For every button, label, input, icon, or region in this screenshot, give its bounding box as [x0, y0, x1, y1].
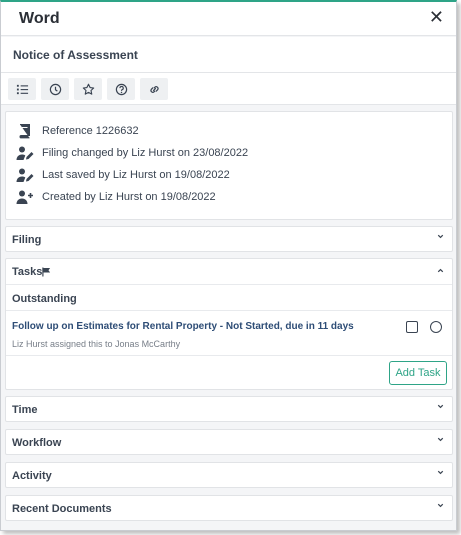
created-row: Created by Liz Hurst on 19/08/2022	[16, 188, 216, 206]
outstanding-label: Outstanding	[12, 293, 77, 305]
favourite-button[interactable]	[74, 78, 102, 100]
section-activity[interactable]: Activity	[5, 462, 453, 488]
user-edit-icon	[16, 168, 34, 182]
section-workflow-label: Workflow	[12, 437, 62, 449]
reference-row: Reference 1226632	[16, 122, 139, 140]
outstanding-header: Outstanding	[6, 286, 452, 311]
section-time[interactable]: Time	[5, 396, 453, 422]
user-edit-icon	[16, 146, 34, 160]
chevron-down-icon	[437, 404, 444, 409]
link-icon	[149, 85, 159, 93]
user-plus-icon	[16, 190, 33, 204]
document-title: Notice of Assessment	[13, 48, 138, 62]
title-bar: Word ✕	[1, 2, 456, 36]
close-icon[interactable]: ✕	[429, 7, 444, 27]
add-task-button[interactable]: Add Task	[389, 361, 447, 385]
list-icon	[16, 84, 28, 94]
last-saved-text: Last saved by Liz Hurst on 19/08/2022	[42, 169, 230, 181]
section-filing[interactable]: Filing	[5, 226, 453, 252]
flag-icon	[42, 267, 51, 277]
task-title-link[interactable]: Follow up on Estimates for Rental Proper…	[12, 321, 354, 332]
section-workflow[interactable]: Workflow	[5, 429, 453, 455]
document-panel: Word ✕ Notice of Assessment Reference 12…	[0, 0, 457, 531]
list-button[interactable]	[8, 78, 36, 100]
section-tasks[interactable]: Tasks	[6, 259, 452, 285]
book-icon	[19, 124, 30, 139]
window-title: Word	[19, 10, 60, 27]
last-saved-row: Last saved by Liz Hurst on 19/08/2022	[16, 166, 230, 184]
history-button[interactable]	[41, 78, 69, 100]
reference-text: Reference 1226632	[42, 125, 139, 137]
section-recent-documents[interactable]: Recent Documents	[5, 495, 453, 521]
task-item: Follow up on Estimates for Rental Proper…	[6, 312, 452, 356]
star-icon	[82, 83, 94, 95]
chevron-down-icon	[437, 437, 444, 442]
toolbar	[1, 73, 456, 105]
chevron-down-icon	[437, 470, 444, 475]
tasks-panel: Tasks Outstanding Follow up on Estimates…	[5, 258, 453, 390]
task-complete-checkbox[interactable]	[406, 321, 418, 333]
filing-changed-row: Filing changed by Liz Hurst on 23/08/202…	[16, 144, 248, 162]
task-assignment: Liz Hurst assigned this to Jonas McCarth…	[12, 339, 181, 349]
section-time-label: Time	[12, 404, 38, 416]
document-header: Notice of Assessment	[1, 37, 456, 73]
task-status-radio[interactable]	[430, 321, 442, 333]
section-filing-label: Filing	[12, 234, 42, 246]
chevron-down-icon	[437, 503, 444, 508]
section-recent-documents-label: Recent Documents	[12, 503, 112, 515]
section-activity-label: Activity	[12, 470, 52, 482]
created-text: Created by Liz Hurst on 19/08/2022	[42, 191, 216, 203]
chevron-down-icon	[437, 234, 444, 239]
clock-icon	[49, 83, 61, 95]
help-button[interactable]	[107, 78, 135, 100]
chevron-up-icon	[437, 268, 444, 273]
document-info-card: Reference 1226632 Filing changed by Liz …	[5, 111, 453, 220]
section-tasks-label: Tasks	[12, 266, 43, 278]
help-icon	[115, 83, 127, 95]
filing-changed-text: Filing changed by Liz Hurst on 23/08/202…	[42, 147, 249, 159]
link-button[interactable]	[140, 78, 168, 100]
